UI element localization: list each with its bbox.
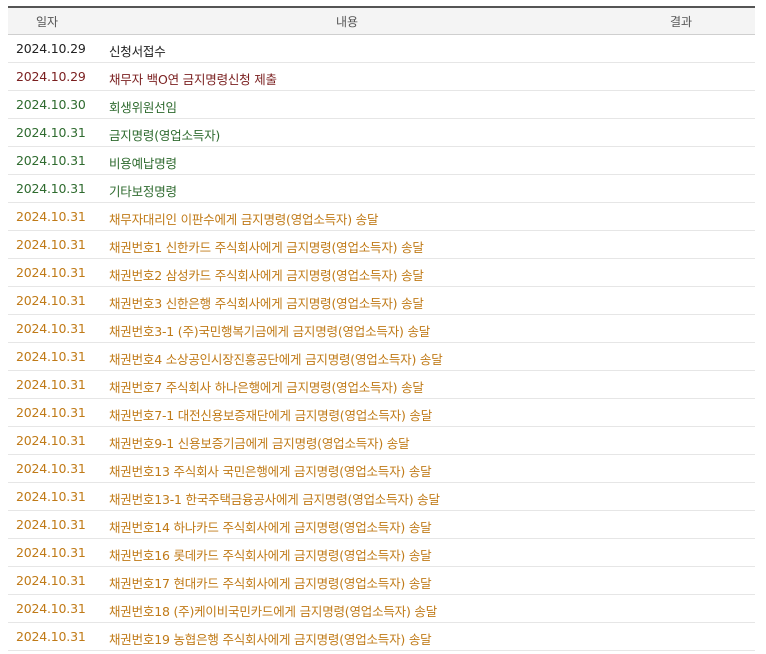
row-content: 채권번호18 (주)케이비국민카드에게 금지명령(영업소득자) 송달 <box>109 604 438 619</box>
table-body: 2024.10.29 신청서접수 2024.10.29 채무자 백O연 금지명령신청 … <box>8 35 755 651</box>
table-row: 2024.10.30 회생위원선임 <box>8 91 755 119</box>
row-content: 채권번호14 하나카드 주식회사에게 금지명령(영업소득자) 송달 <box>109 520 432 535</box>
table-row: 2024.10.31 채권번호17 현대카드 주식회사에게 금지명령(영업소득자)… <box>8 567 755 595</box>
table-row: 2024.10.31 채권번호1 신한카드 주식회사에게 금지명령(영업소득자) … <box>8 231 755 259</box>
row-date: 2024.10.31 <box>16 601 86 616</box>
table-row: 2024.10.31 채권번호16 롯데카드 주식회사에게 금지명령(영업소득자)… <box>8 539 755 567</box>
table-row: 2024.10.31 채권번호19 농협은행 주식회사에게 금지명령(영업소득자)… <box>8 623 755 651</box>
row-date: 2024.10.31 <box>16 629 86 644</box>
table-row: 2024.10.31 채권번호3-1 (주)국민행복기금에게 금지명령(영업소득자… <box>8 315 755 343</box>
row-date: 2024.10.31 <box>16 545 86 560</box>
row-date: 2024.10.31 <box>16 125 86 140</box>
row-date: 2024.10.31 <box>16 405 86 420</box>
row-content: 채권번호19 농협은행 주식회사에게 금지명령(영업소득자) 송달 <box>109 632 432 647</box>
row-content: 기타보정명령 <box>109 184 177 199</box>
row-date: 2024.10.29 <box>16 41 86 56</box>
row-date: 2024.10.31 <box>16 321 86 336</box>
column-header-content: 내용 <box>336 15 359 29</box>
row-content: 회생위원선임 <box>109 100 177 115</box>
table-row: 2024.10.31 금지명령(영업소득자) <box>8 119 755 147</box>
table-row: 2024.10.31 채권번호2 삼성카드 주식회사에게 금지명령(영업소득자) … <box>8 259 755 287</box>
row-content: 채권번호7 주식회사 하나은행에게 금지명령(영업소득자) 송달 <box>109 380 424 395</box>
row-date: 2024.10.31 <box>16 209 86 224</box>
case-progress-table: 일자 내용 결과 2024.10.29 신청서접수 2024.10.29 채무자 백O… <box>8 6 755 651</box>
table-row: 2024.10.31 채권번호7-1 대전신용보증재단에게 금지명령(영업소득자)… <box>8 399 755 427</box>
table-row: 2024.10.31 채권번호7 주식회사 하나은행에게 금지명령(영업소득자) … <box>8 371 755 399</box>
table-row: 2024.10.31 채권번호13-1 한국주택금융공사에게 금지명령(영업소득자… <box>8 483 755 511</box>
row-content: 금지명령(영업소득자) <box>109 128 221 143</box>
table-row: 2024.10.31 채무자대리인 이판수에게 금지명령(영업소득자) 송달 <box>8 203 755 231</box>
row-content: 채무자 백O연 금지명령신청 제출 <box>109 72 277 87</box>
table-row: 2024.10.29 신청서접수 <box>8 35 755 63</box>
row-date: 2024.10.31 <box>16 265 86 280</box>
table-row: 2024.10.31 기타보정명령 <box>8 175 755 203</box>
table-row: 2024.10.31 채권번호9-1 신용보증기금에게 금지명령(영업소득자) 송… <box>8 427 755 455</box>
row-date: 2024.10.31 <box>16 517 86 532</box>
row-content: 채권번호16 롯데카드 주식회사에게 금지명령(영업소득자) 송달 <box>109 548 432 563</box>
table-row: 2024.10.31 채권번호3 신한은행 주식회사에게 금지명령(영업소득자) … <box>8 287 755 315</box>
row-content: 채권번호7-1 대전신용보증재단에게 금지명령(영업소득자) 송달 <box>109 408 432 423</box>
row-content: 채무자대리인 이판수에게 금지명령(영업소득자) 송달 <box>109 212 379 227</box>
row-date: 2024.10.31 <box>16 349 86 364</box>
row-date: 2024.10.29 <box>16 69 86 84</box>
row-content: 채권번호9-1 신용보증기금에게 금지명령(영업소득자) 송달 <box>109 436 410 451</box>
table-row: 2024.10.31 채권번호18 (주)케이비국민카드에게 금지명령(영업소득자… <box>8 595 755 623</box>
row-content: 비용예납명령 <box>109 156 177 171</box>
row-date: 2024.10.31 <box>16 377 86 392</box>
table-row: 2024.10.29 채무자 백O연 금지명령신청 제출 <box>8 63 755 91</box>
row-content: 신청서접수 <box>109 44 166 59</box>
row-date: 2024.10.31 <box>16 181 86 196</box>
table-row: 2024.10.31 비용예납명령 <box>8 147 755 175</box>
row-content: 채권번호3 신한은행 주식회사에게 금지명령(영업소득자) 송달 <box>109 296 424 311</box>
row-date: 2024.10.31 <box>16 573 86 588</box>
row-date: 2024.10.31 <box>16 237 86 252</box>
row-content: 채권번호17 현대카드 주식회사에게 금지명령(영업소득자) 송달 <box>109 576 432 591</box>
table-row: 2024.10.31 채권번호14 하나카드 주식회사에게 금지명령(영업소득자)… <box>8 511 755 539</box>
row-date: 2024.10.31 <box>16 153 86 168</box>
table-row: 2024.10.31 채권번호13 주식회사 국민은행에게 금지명령(영업소득자)… <box>8 455 755 483</box>
table-row: 2024.10.31 채권번호4 소상공인시장진흥공단에게 금지명령(영업소득자)… <box>8 343 755 371</box>
table-header: 일자 내용 결과 <box>8 6 755 35</box>
row-date: 2024.10.30 <box>16 97 86 112</box>
row-content: 채권번호3-1 (주)국민행복기금에게 금지명령(영업소득자) 송달 <box>109 324 431 339</box>
row-date: 2024.10.31 <box>16 433 86 448</box>
row-date: 2024.10.31 <box>16 489 86 504</box>
row-content: 채권번호13-1 한국주택금융공사에게 금지명령(영업소득자) 송달 <box>109 492 440 507</box>
column-header-result: 결과 <box>670 15 693 29</box>
row-content: 채권번호1 신한카드 주식회사에게 금지명령(영업소득자) 송달 <box>109 240 424 255</box>
row-content: 채권번호4 소상공인시장진흥공단에게 금지명령(영업소득자) 송달 <box>109 352 443 367</box>
row-content: 채권번호2 삼성카드 주식회사에게 금지명령(영업소득자) 송달 <box>109 268 424 283</box>
row-date: 2024.10.31 <box>16 293 86 308</box>
row-content: 채권번호13 주식회사 국민은행에게 금지명령(영업소득자) 송달 <box>109 464 432 479</box>
row-date: 2024.10.31 <box>16 461 86 476</box>
column-header-date: 일자 <box>36 15 59 29</box>
